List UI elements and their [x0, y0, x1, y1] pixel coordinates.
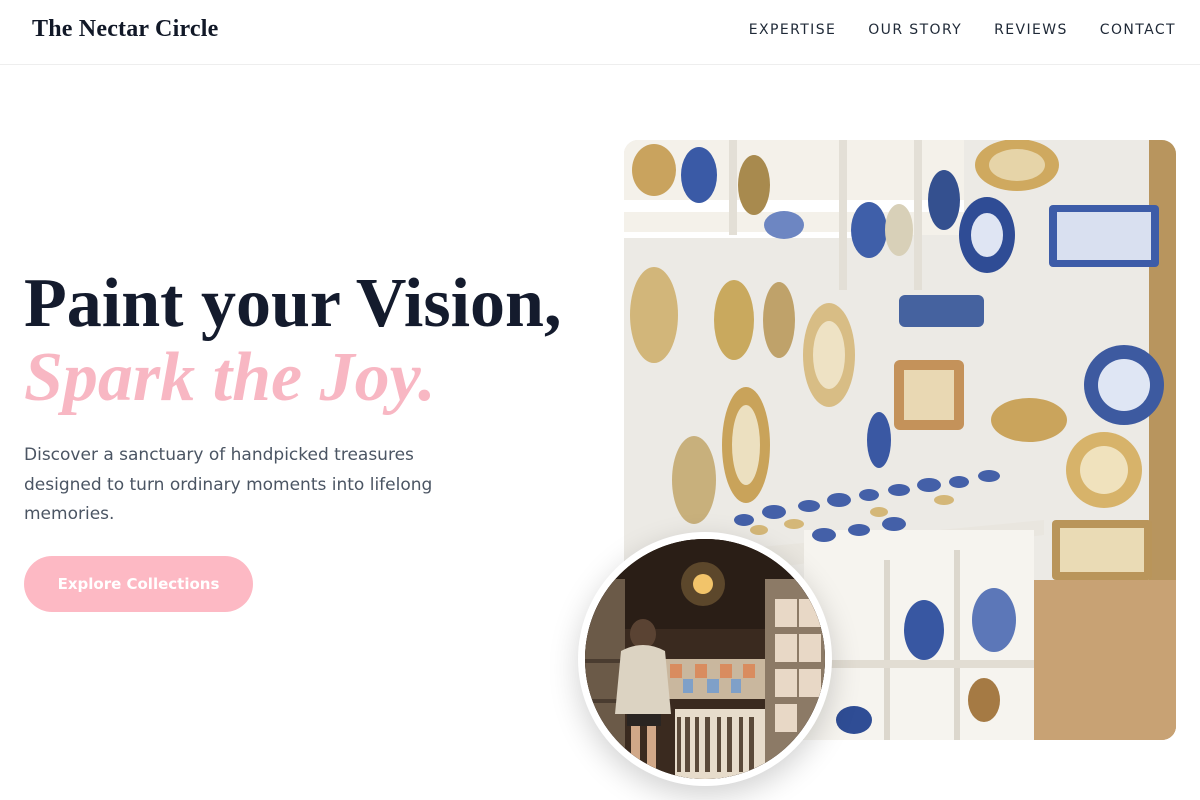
explore-collections-button[interactable]: Explore Collections [24, 556, 253, 612]
hero-headline: Paint your Vision, Spark the Joy. [24, 265, 584, 413]
nav-link-expertise[interactable]: EXPERTISE [749, 22, 836, 38]
nav-link-reviews[interactable]: REVIEWS [994, 22, 1068, 38]
hero-description: Discover a sanctuary of handpicked treas… [24, 445, 433, 524]
brand-logo[interactable]: The Nectar Circle [32, 16, 218, 43]
bookshop-inset-photo [578, 532, 832, 786]
top-navigation-bar: The Nectar Circle EXPERTISE OUR STORY RE… [0, 0, 1200, 65]
hero-headline-line-1: Paint your Vision, [24, 265, 562, 342]
hero-text-block: Paint your Vision, Spark the Joy. Discov… [24, 265, 584, 530]
nav-link-contact[interactable]: CONTACT [1100, 22, 1176, 38]
nav-link-our-story[interactable]: OUR STORY [868, 22, 962, 38]
hero-headline-line-2: Spark the Joy. [24, 339, 436, 416]
main-nav: EXPERTISE OUR STORY REVIEWS CONTACT [749, 22, 1176, 38]
